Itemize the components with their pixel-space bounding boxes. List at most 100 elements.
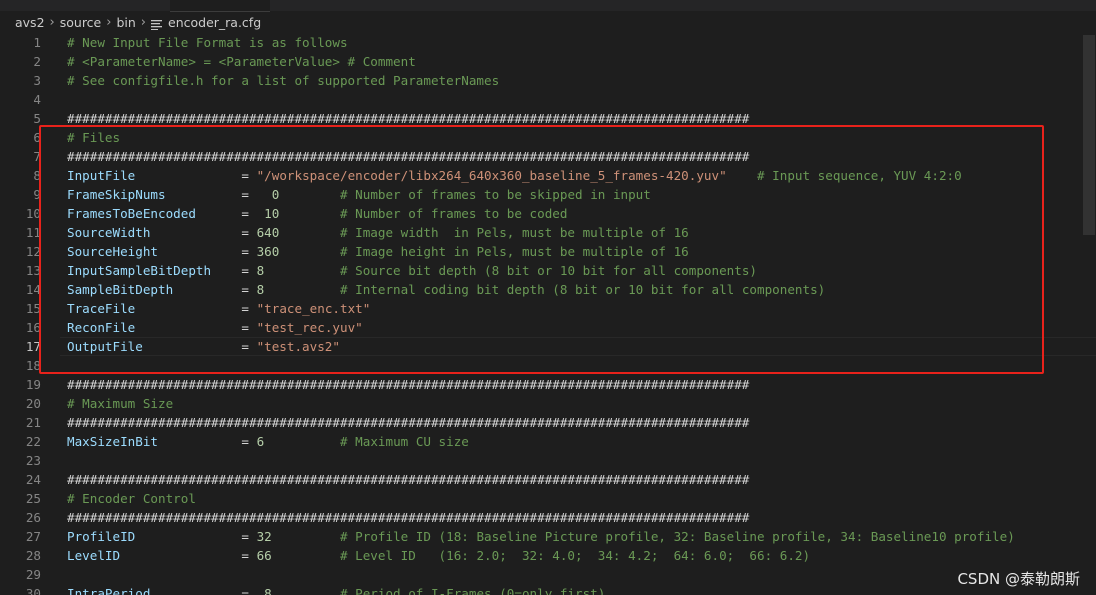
config-key: FramesToBeEncoded (67, 206, 196, 221)
breadcrumb-file[interactable]: encoder_ra.cfg (168, 15, 261, 30)
line-content: # New Input File Format is as follows (67, 33, 348, 52)
code-text: FrameSkipNums = 0 (67, 187, 279, 202)
line-number: 10 (25, 206, 41, 221)
code-line[interactable]: 9 FrameSkipNums = 0 # Number of frames to… (0, 185, 1096, 204)
line-content: SourceHeight = 360 # Image height in Pel… (67, 242, 689, 261)
line-number: 22 (25, 434, 41, 449)
inline-comment: # Image width in Pels, must be multiple … (279, 225, 689, 240)
code-line[interactable]: 6 # Files (0, 128, 1096, 147)
line-number: 30 (25, 586, 41, 595)
code-text: SourceWidth = 640 (67, 225, 279, 240)
inline-comment: # Image height in Pels, must be multiple… (279, 244, 689, 259)
code-line[interactable]: 24 ######################################… (0, 470, 1096, 489)
breadcrumb-item-bin[interactable]: bin (116, 15, 135, 30)
config-value: "test_rec.yuv" (256, 320, 363, 335)
code-text: ReconFile = "test_rec.yuv" (67, 320, 363, 335)
code-line[interactable]: 26 ######################################… (0, 508, 1096, 527)
code-line[interactable]: 20 # Maximum Size (0, 394, 1096, 413)
config-value: 10 (264, 206, 280, 221)
config-value: "test.avs2" (256, 339, 340, 354)
equals-sign: = (142, 339, 257, 354)
code-line[interactable]: 17 OutputFile = "test.avs2" (0, 337, 1096, 356)
code-text: SourceHeight = 360 (67, 244, 279, 259)
line-number: 20 (25, 396, 41, 411)
config-value: 32 (256, 529, 272, 544)
line-content: IntraPeriod = 8 # Period of I-Frames (0=… (67, 584, 605, 595)
breadcrumb-item-source[interactable]: source (60, 15, 102, 30)
line-number: 18 (25, 358, 41, 373)
code-text: ########################################… (67, 111, 750, 126)
line-number: 6 (33, 130, 41, 145)
code-line[interactable]: 27 ProfileID = 32 # Profile ID (18: Basel… (0, 527, 1096, 546)
code-line[interactable]: 11 SourceWidth = 640 # Image width in Pel… (0, 223, 1096, 242)
line-content: SampleBitDepth = 8 # Internal coding bit… (67, 280, 825, 299)
code-text: TraceFile = "trace_enc.txt" (67, 301, 370, 316)
code-line[interactable]: 16 ReconFile = "test_rec.yuv" (0, 318, 1096, 337)
code-line[interactable]: 29 (0, 565, 1096, 584)
code-line[interactable]: 1 # New Input File Format is as follows (0, 33, 1096, 52)
breadcrumb: avs2 › source › bin › encoder_ra.cfg (0, 11, 1096, 33)
breadcrumb-item-avs2[interactable]: avs2 (15, 15, 45, 30)
equals-sign: = (158, 244, 257, 259)
code-text: ########################################… (67, 415, 750, 430)
code-line[interactable]: 12 SourceHeight = 360 # Image height in P… (0, 242, 1096, 261)
code-text: ########################################… (67, 377, 750, 392)
code-text: IntraPeriod = 8 (67, 586, 272, 595)
code-line[interactable]: 3 # See configfile.h for a list of suppor… (0, 71, 1096, 90)
code-line[interactable]: 19 ######################################… (0, 375, 1096, 394)
line-number: 13 (25, 263, 41, 278)
code-line[interactable]: 30 IntraPeriod = 8 # Period of I-Frames (… (0, 584, 1096, 595)
config-key: LevelID (67, 548, 121, 563)
code-editor[interactable]: 1 # New Input File Format is as follows 2 #… (0, 33, 1096, 595)
code-text: ########################################… (67, 510, 750, 525)
vertical-scrollbar[interactable] (1082, 33, 1096, 595)
line-number: 24 (25, 472, 41, 487)
code-line[interactable]: 23 (0, 451, 1096, 470)
code-line[interactable]: 22 MaxSizeInBit = 6 # Maximum CU size (0, 432, 1096, 451)
config-value: 66 (256, 548, 272, 563)
equals-sign: = (150, 225, 257, 240)
code-line[interactable]: 8 InputFile = "/workspace/encoder/libx264… (0, 166, 1096, 185)
equals-sign: = (135, 301, 257, 316)
code-line[interactable]: 28 LevelID = 66 # Level ID (16: 2.0; 32: … (0, 546, 1096, 565)
code-line[interactable]: 7 #######################################… (0, 147, 1096, 166)
scrollbar-thumb[interactable] (1083, 35, 1095, 235)
config-value: 8 (264, 586, 272, 595)
equals-sign: = (150, 586, 265, 595)
line-number: 25 (25, 491, 41, 506)
code-line[interactable]: 4 (0, 90, 1096, 109)
code-line[interactable]: 14 SampleBitDepth = 8 # Internal coding b… (0, 280, 1096, 299)
code-line[interactable]: 15 TraceFile = "trace_enc.txt" (0, 299, 1096, 318)
line-content: # Encoder Control (67, 489, 196, 508)
line-content: # Maximum Size (67, 394, 173, 413)
line-content: FrameSkipNums = 0 # Number of frames to … (67, 185, 651, 204)
config-value: 640 (256, 225, 280, 240)
code-text: ########################################… (67, 149, 750, 164)
file-lines-icon (151, 18, 162, 30)
code-line[interactable]: 5 #######################################… (0, 109, 1096, 128)
code-text: SampleBitDepth = 8 (67, 282, 264, 297)
line-number: 15 (25, 301, 41, 316)
inline-comment: # Number of frames to be skipped in inpu… (279, 187, 651, 202)
line-number: 19 (25, 377, 41, 392)
chevron-right-icon: › (49, 14, 55, 30)
code-line[interactable]: 18 (0, 356, 1096, 375)
config-value: "/workspace/encoder/libx264_640x360_base… (256, 168, 727, 183)
config-value: "trace_enc.txt" (256, 301, 371, 316)
line-content: ProfileID = 32 # Profile ID (18: Baselin… (67, 527, 1015, 546)
config-key: SourceWidth (67, 225, 151, 240)
line-content: ReconFile = "test_rec.yuv" (67, 318, 363, 337)
line-content: LevelID = 66 # Level ID (16: 2.0; 32: 4.… (67, 546, 810, 565)
line-number: 23 (25, 453, 41, 468)
code-line[interactable]: 25 # Encoder Control (0, 489, 1096, 508)
config-key: FrameSkipNums (67, 187, 166, 202)
code-text: # See configfile.h for a list of support… (67, 73, 500, 88)
line-content: ########################################… (67, 470, 749, 489)
code-line[interactable]: 10 FramesToBeEncoded = 10 # Number of fra… (0, 204, 1096, 223)
code-text: FramesToBeEncoded = 10 (67, 206, 279, 221)
code-line[interactable]: 2 # <ParameterName> = <ParameterValue> # … (0, 52, 1096, 71)
code-line[interactable]: 21 ######################################… (0, 413, 1096, 432)
line-content: OutputFile = "test.avs2" (67, 337, 340, 356)
code-line[interactable]: 13 InputSampleBitDepth = 8 # Source bit d… (0, 261, 1096, 280)
code-text: OutputFile = "test.avs2" (67, 339, 340, 354)
